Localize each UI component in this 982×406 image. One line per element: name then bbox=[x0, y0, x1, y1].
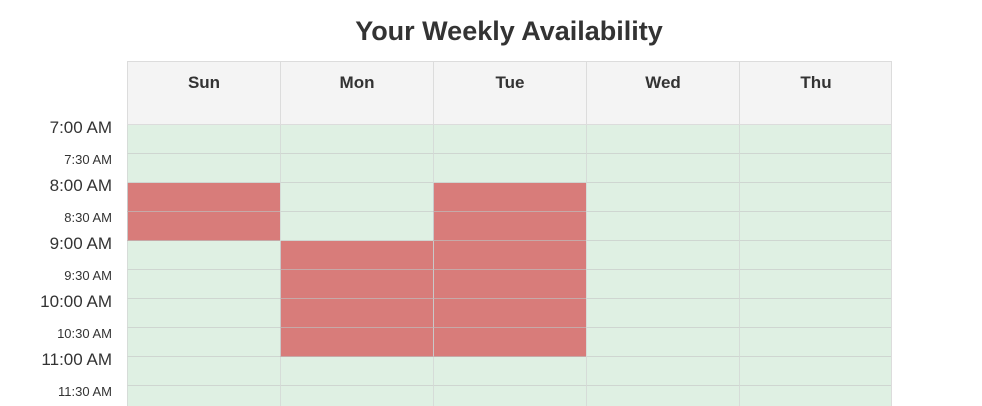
time-slot-cell[interactable] bbox=[433, 357, 586, 386]
time-slot-cell[interactable] bbox=[739, 328, 892, 357]
time-slot-cell[interactable] bbox=[280, 183, 433, 212]
time-slot-cell[interactable] bbox=[739, 299, 892, 328]
day-column-wed: Wed bbox=[586, 61, 739, 406]
time-slot-cell[interactable] bbox=[586, 328, 739, 357]
time-slot-cell[interactable] bbox=[127, 328, 280, 357]
time-slot-cell[interactable] bbox=[280, 328, 433, 357]
time-slot-cell[interactable] bbox=[127, 270, 280, 299]
time-slot-cell[interactable] bbox=[280, 270, 433, 299]
day-column-sun: Sun bbox=[127, 61, 280, 406]
time-slot-cell[interactable] bbox=[127, 357, 280, 386]
time-label: 7:00 AM bbox=[49, 118, 112, 137]
availability-grid: Sun Mon Tue Wed Thu bbox=[127, 61, 892, 406]
time-label: 10:30 AM bbox=[57, 326, 112, 341]
time-slot-cell[interactable] bbox=[739, 125, 892, 154]
day-header-tue: Tue bbox=[433, 61, 586, 125]
time-slot-cell[interactable] bbox=[586, 386, 739, 406]
time-slot-cell[interactable] bbox=[739, 241, 892, 270]
time-slot-cell[interactable] bbox=[586, 357, 739, 386]
time-slot-cell[interactable] bbox=[127, 299, 280, 328]
page-title: Your Weekly Availability bbox=[355, 16, 663, 46]
time-slot-cell[interactable] bbox=[280, 154, 433, 183]
time-slot-cell[interactable] bbox=[433, 270, 586, 299]
day-column-tue: Tue bbox=[433, 61, 586, 406]
time-label: 9:00 AM bbox=[49, 234, 112, 253]
time-slot-cell[interactable] bbox=[433, 154, 586, 183]
time-slot-cell[interactable] bbox=[739, 386, 892, 406]
time-slot-cell[interactable] bbox=[127, 125, 280, 154]
time-slot-cell[interactable] bbox=[127, 154, 280, 183]
grid-border bbox=[891, 61, 892, 406]
time-slot-cell[interactable] bbox=[127, 241, 280, 270]
time-slot-cell[interactable] bbox=[586, 241, 739, 270]
day-header-wed: Wed bbox=[586, 61, 739, 125]
time-slot-cell[interactable] bbox=[433, 299, 586, 328]
time-slot-cell[interactable] bbox=[127, 183, 280, 212]
time-slot-cell[interactable] bbox=[280, 125, 433, 154]
time-slot-cell[interactable] bbox=[739, 154, 892, 183]
time-slot-cell[interactable] bbox=[280, 212, 433, 241]
time-axis: 7:00 AM 7:30 AM 8:00 AM 8:30 AM 9:00 AM 9:30 … bbox=[0, 0, 112, 406]
day-header-sun: Sun bbox=[127, 61, 280, 125]
time-slot-cell[interactable] bbox=[433, 125, 586, 154]
time-slot-cell[interactable] bbox=[433, 183, 586, 212]
time-slot-cell[interactable] bbox=[586, 183, 739, 212]
time-slot-cell[interactable] bbox=[739, 212, 892, 241]
time-slot-cell[interactable] bbox=[433, 386, 586, 406]
day-header-mon: Mon bbox=[280, 61, 433, 125]
time-slot-cell[interactable] bbox=[433, 241, 586, 270]
time-slot-cell[interactable] bbox=[586, 154, 739, 183]
day-column-thu: Thu bbox=[739, 61, 892, 406]
time-slot-cell[interactable] bbox=[586, 299, 739, 328]
day-column-mon: Mon bbox=[280, 61, 433, 406]
time-slot-cell[interactable] bbox=[127, 212, 280, 241]
time-slot-cell[interactable] bbox=[586, 212, 739, 241]
time-label: 11:00 AM bbox=[41, 350, 112, 369]
time-slot-cell[interactable] bbox=[280, 241, 433, 270]
time-slot-cell[interactable] bbox=[739, 270, 892, 299]
time-label: 9:30 AM bbox=[64, 268, 112, 283]
time-label: 8:30 AM bbox=[64, 210, 112, 225]
day-header-thu: Thu bbox=[739, 61, 892, 125]
time-slot-cell[interactable] bbox=[127, 386, 280, 406]
time-slot-cell[interactable] bbox=[739, 357, 892, 386]
time-label: 8:00 AM bbox=[49, 176, 112, 195]
time-slot-cell[interactable] bbox=[280, 386, 433, 406]
time-slot-cell[interactable] bbox=[433, 328, 586, 357]
time-slot-cell[interactable] bbox=[280, 357, 433, 386]
time-slot-cell[interactable] bbox=[739, 183, 892, 212]
time-slot-cell[interactable] bbox=[280, 299, 433, 328]
time-label: 7:30 AM bbox=[64, 152, 112, 167]
time-slot-cell[interactable] bbox=[586, 125, 739, 154]
time-label: 11:30 AM bbox=[58, 384, 112, 399]
time-label: 10:00 AM bbox=[40, 292, 112, 311]
time-slot-cell[interactable] bbox=[586, 270, 739, 299]
time-slot-cell[interactable] bbox=[433, 212, 586, 241]
